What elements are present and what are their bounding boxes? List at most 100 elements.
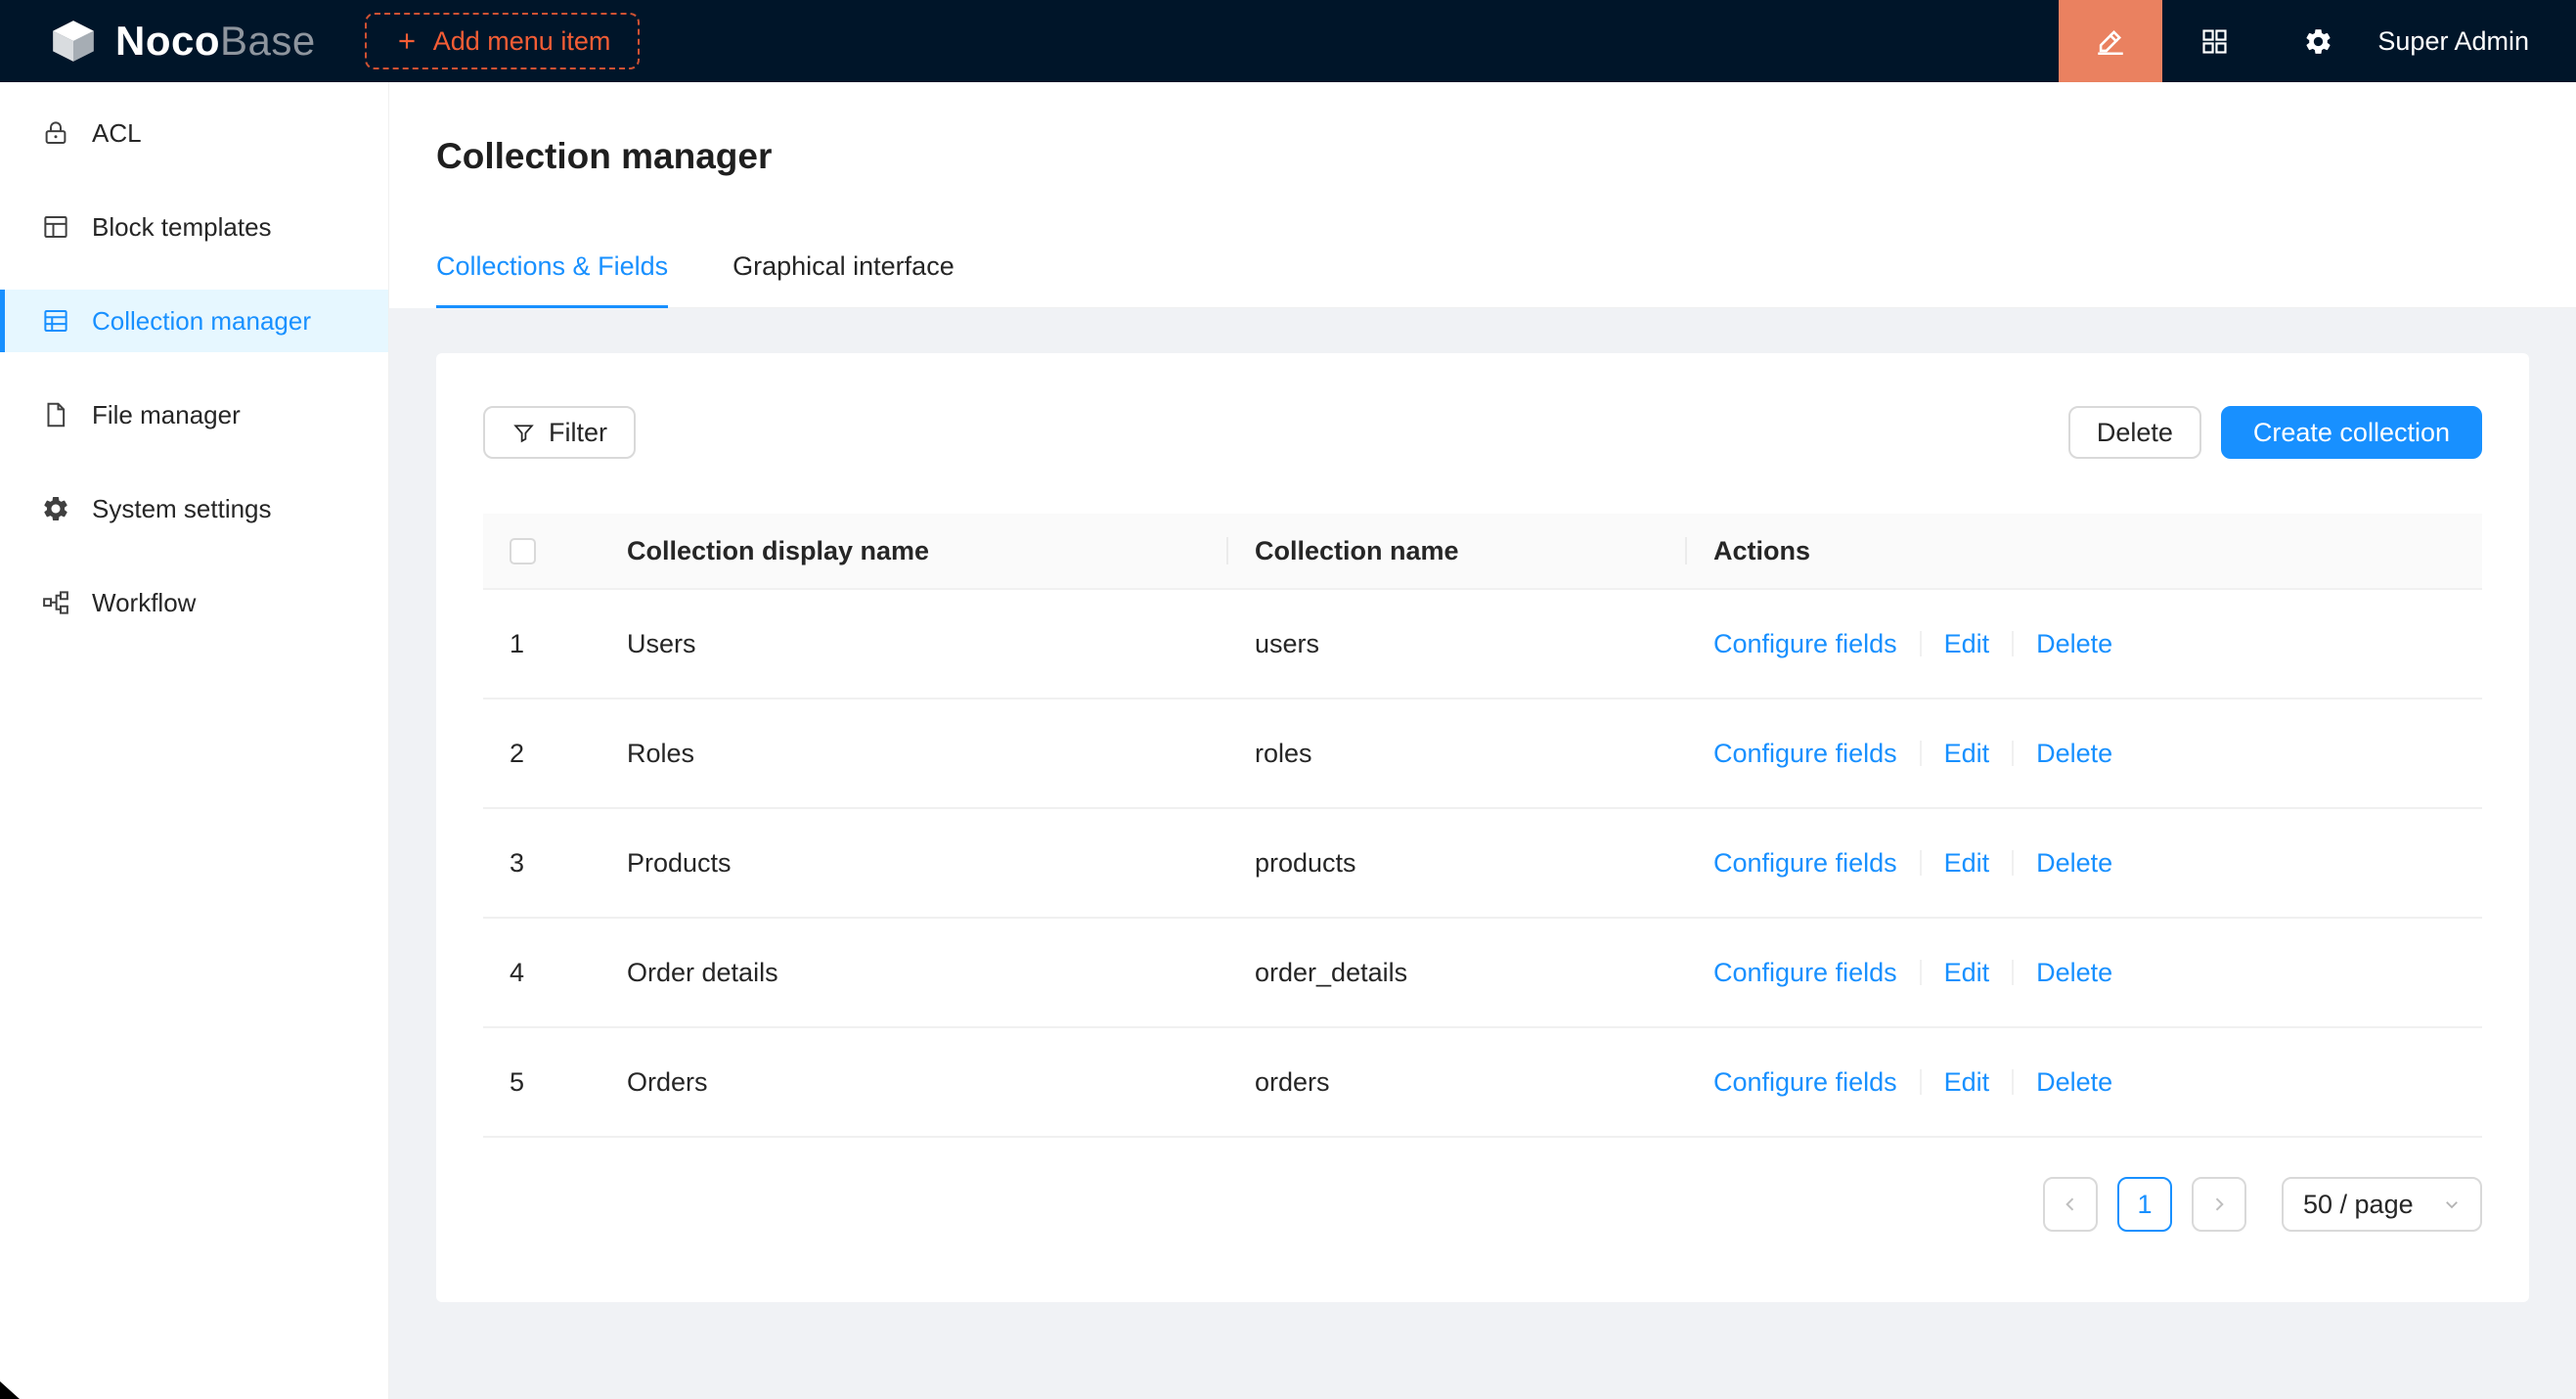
current-user[interactable]: Super Admin (2377, 26, 2529, 57)
gear-icon (2303, 26, 2333, 57)
sidebar-item-system-settings[interactable]: System settings (0, 477, 388, 540)
delete-link[interactable]: Delete (2036, 958, 2112, 988)
toolbar: Filter Delete Create collection (483, 406, 2482, 459)
delete-label: Delete (2097, 418, 2173, 448)
delete-link[interactable]: Delete (2036, 1067, 2112, 1098)
brand-text: NocoBase (115, 18, 316, 65)
brand-light: Base (220, 18, 316, 64)
divider (1920, 631, 1922, 656)
plus-icon (394, 28, 420, 54)
col-actions: Actions (1687, 514, 2482, 589)
edit-link[interactable]: Edit (1944, 629, 1990, 659)
divider (1920, 1069, 1922, 1095)
create-collection-label: Create collection (2253, 418, 2450, 448)
ui-editor-button[interactable] (2059, 0, 2162, 82)
sidebar: ACL Block templates Collection manager F… (0, 82, 389, 1399)
delete-link[interactable]: Delete (2036, 629, 2112, 659)
table-row: 4 Order details order_details Configure … (483, 918, 2482, 1027)
add-menu-item-button[interactable]: Add menu item (365, 13, 641, 69)
sidebar-item-label: ACL (92, 118, 142, 149)
divider (1920, 960, 1922, 985)
collections-card: Filter Delete Create collection (436, 353, 2529, 1302)
table-header-row: Collection display name Collection name … (483, 514, 2482, 589)
cell-name: order_details (1228, 918, 1687, 1027)
prev-page-button[interactable] (2043, 1177, 2098, 1232)
gear-icon (41, 494, 70, 523)
system-settings-button[interactable] (2266, 0, 2370, 82)
toolbar-right: Delete Create collection (2068, 406, 2482, 459)
cell-display-name: Products (600, 808, 1228, 918)
page-size-select[interactable]: 50 / page (2282, 1177, 2482, 1232)
configure-fields-link[interactable]: Configure fields (1713, 739, 1897, 769)
sidebar-item-block-templates[interactable]: Block templates (0, 196, 388, 258)
divider (1920, 850, 1922, 876)
col-display-name: Collection display name (600, 514, 1228, 589)
plugins-button[interactable] (2162, 0, 2266, 82)
divider (2012, 850, 2014, 876)
file-icon (41, 400, 70, 429)
sidebar-item-file-manager[interactable]: File manager (0, 384, 388, 446)
sidebar-item-collection-manager[interactable]: Collection manager (0, 290, 388, 352)
create-collection-button[interactable]: Create collection (2221, 406, 2482, 459)
table-row: 1 Users users Configure fieldsEditDelete (483, 589, 2482, 699)
app: NocoBase Add menu item Super Admin ACL (0, 0, 2576, 1399)
table-row: 3 Products products Configure fields Edit… (483, 808, 2482, 918)
row-index: 1 (510, 629, 524, 659)
tabs: Collections & Fields Graphical interface (436, 251, 2576, 308)
divider (2012, 960, 2014, 985)
table-row: 5 Orders orders Configure fieldsEditDele… (483, 1027, 2482, 1137)
divider (1920, 741, 1922, 766)
filter-button[interactable]: Filter (483, 406, 636, 459)
brand: NocoBase (47, 15, 316, 68)
sidebar-item-label: File manager (92, 400, 241, 430)
edit-link[interactable]: Edit (1944, 739, 1990, 769)
configure-fields-link[interactable]: Configure fields (1713, 958, 1897, 988)
cell-display-name: Users (600, 589, 1228, 699)
edit-link[interactable]: Edit (1944, 848, 1990, 879)
sidebar-item-label: Collection manager (92, 306, 311, 337)
col-name: Collection name (1228, 514, 1687, 589)
delete-link[interactable]: Delete (2036, 739, 2112, 769)
row-index: 3 (510, 848, 524, 879)
cell-actions: Configure fields Edit Delete (1687, 1027, 2482, 1137)
edit-link[interactable]: Edit (1944, 1067, 1990, 1098)
filter-icon (511, 421, 536, 445)
brand-bold: Noco (115, 18, 220, 64)
sidebar-item-workflow[interactable]: Workflow (0, 571, 388, 634)
cell-actions: Configure fields Edit Delete (1687, 589, 2482, 699)
tab-collections-fields[interactable]: Collections & Fields (436, 251, 668, 307)
cell-display-name: Orders (600, 1027, 1228, 1137)
divider (2012, 741, 2014, 766)
page-size-value: 50 / page (2303, 1190, 2414, 1220)
delete-button[interactable]: Delete (2068, 406, 2201, 459)
sidebar-item-label: System settings (92, 494, 272, 524)
next-page-button[interactable] (2192, 1177, 2246, 1232)
cell-name: orders (1228, 1027, 1687, 1137)
page-head: Collection manager Collections & Fields … (389, 82, 2576, 308)
select-all-checkbox[interactable] (510, 538, 536, 564)
page-1-button[interactable]: 1 (2117, 1177, 2172, 1232)
cell-name: products (1228, 808, 1687, 918)
cell-name: roles (1228, 699, 1687, 808)
tab-graphical-interface[interactable]: Graphical interface (733, 251, 955, 307)
chevron-down-icon (2443, 1196, 2461, 1213)
configure-fields-link[interactable]: Configure fields (1713, 848, 1897, 879)
sidebar-item-label: Block templates (92, 212, 272, 243)
select-all-cell (483, 514, 600, 589)
row-index: 2 (510, 739, 524, 769)
chevron-right-icon (2209, 1195, 2229, 1214)
add-menu-item-label: Add menu item (433, 26, 611, 57)
sidebar-item-acl[interactable]: ACL (0, 102, 388, 164)
cell-display-name: Order details (600, 918, 1228, 1027)
edit-link[interactable]: Edit (1944, 958, 1990, 988)
cell-display-name: Roles (600, 699, 1228, 808)
filter-label: Filter (549, 418, 607, 448)
row-index: 4 (510, 958, 524, 988)
cursor-artifact (0, 1381, 20, 1399)
delete-link[interactable]: Delete (2036, 848, 2112, 879)
pagination: 1 50 / page (483, 1177, 2482, 1232)
table-row: 2 Roles roles Configure fields Edit Delete (483, 699, 2482, 808)
configure-fields-link[interactable]: Configure fields (1713, 629, 1897, 659)
main: Collection manager Collections & Fields … (389, 82, 2576, 1399)
configure-fields-link[interactable]: Configure fields (1713, 1067, 1897, 1098)
